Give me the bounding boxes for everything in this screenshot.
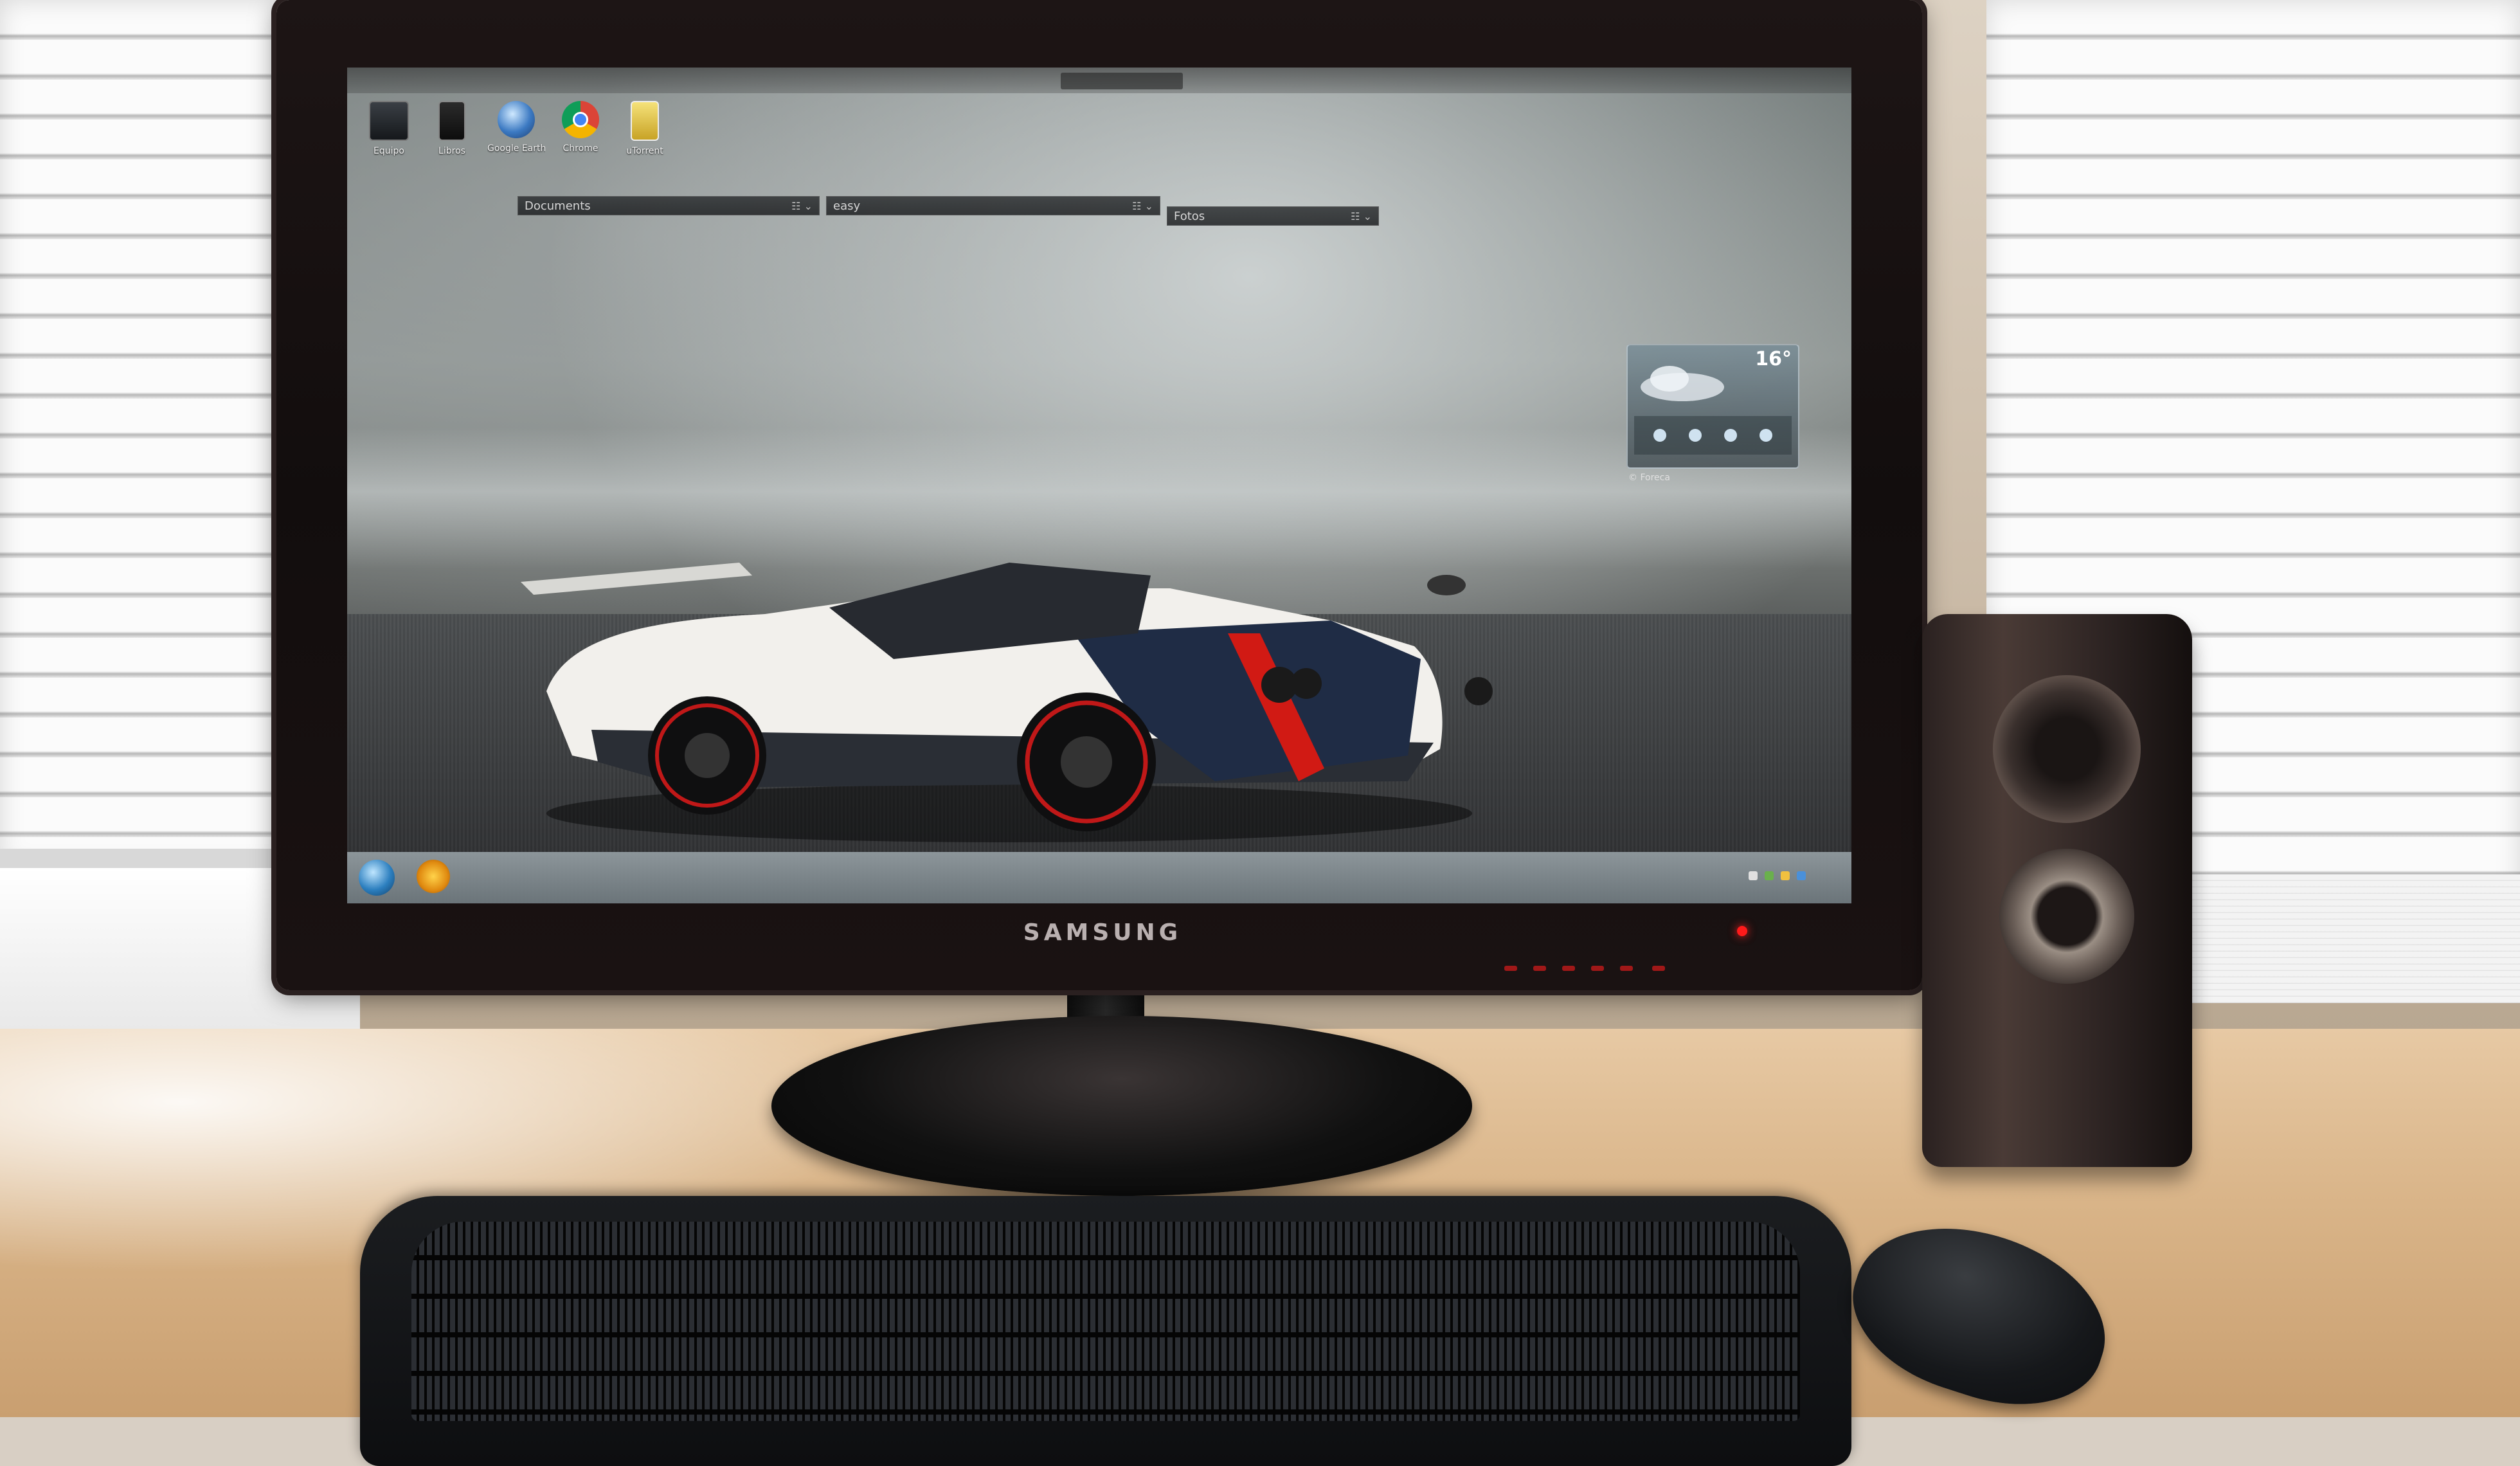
desktop-icon-label: Libros [438, 146, 465, 156]
desktop-icon-computer[interactable]: Equipo [360, 101, 418, 156]
desktop-icon-label: Equipo [374, 146, 404, 156]
tray-icon[interactable] [1781, 871, 1790, 880]
weather-credit: © Foreca [1628, 473, 1670, 483]
globe-icon [498, 101, 535, 138]
monitor-button[interactable] [1652, 966, 1665, 971]
taskbar [347, 852, 1851, 903]
chevron-down-icon[interactable]: ☷ ⌄ [1132, 197, 1153, 216]
monitor-button[interactable] [1533, 966, 1546, 971]
desktop-icon-label: uTorrent [626, 146, 663, 156]
top-tray [1061, 73, 1183, 89]
start-button[interactable] [359, 860, 395, 896]
speaker-woofer [1999, 849, 2134, 984]
taskbar-app-icon[interactable] [417, 860, 450, 893]
fence-easy[interactable]: easy ☷ ⌄ [826, 196, 1160, 215]
computer-icon [369, 101, 409, 141]
desktop-icon-label: Chrome [562, 143, 598, 154]
weather-gadget[interactable]: 16° [1626, 344, 1799, 469]
fence-title: Documents [525, 199, 591, 213]
forecast-strip-icon [1634, 416, 1792, 455]
chrome-icon [562, 101, 599, 138]
monitor-button[interactable] [1562, 966, 1575, 971]
desktop-icon-earth[interactable]: Google Earth [487, 101, 545, 154]
chevron-down-icon[interactable]: ☷ ⌄ [791, 197, 813, 216]
monitor-button[interactable] [1620, 966, 1633, 971]
desktop-icon-chrome[interactable]: Chrome [552, 101, 609, 154]
speaker-tweeter [1993, 675, 2141, 823]
keyboard-keys[interactable] [411, 1222, 1800, 1421]
monitor-button[interactable] [1591, 966, 1604, 971]
sports-car-wallpaper [521, 563, 1493, 842]
cloud-icon [1641, 366, 1724, 401]
monitor-screen: Equipo Libros Google Earth Chrome uTorre… [347, 68, 1851, 903]
desktop-icon-document[interactable]: uTorrent [616, 101, 674, 156]
fence-fotos[interactable]: Fotos ☷ ⌄ [1167, 206, 1379, 226]
monitor-stand [771, 1016, 1472, 1196]
fence-documents[interactable]: Documents ☷ ⌄ [518, 196, 820, 215]
library-icon [438, 101, 465, 141]
document-icon [631, 101, 659, 141]
monitor-brand-logo: SAMSUNG [1023, 919, 1182, 946]
tray-icon[interactable] [1749, 871, 1758, 880]
tray-icon[interactable] [1797, 871, 1806, 880]
power-led [1737, 926, 1747, 936]
desktop-icon-library[interactable]: Libros [423, 101, 481, 156]
fence-title: Fotos [1174, 210, 1205, 223]
desktop-icon-label: Google Earth [487, 143, 545, 154]
tray-icon[interactable] [1765, 871, 1774, 880]
weather-temperature: 16° [1755, 348, 1792, 370]
chevron-down-icon[interactable]: ☷ ⌄ [1351, 207, 1372, 226]
fence-title: easy [833, 199, 861, 213]
monitor-button[interactable] [1504, 966, 1517, 971]
